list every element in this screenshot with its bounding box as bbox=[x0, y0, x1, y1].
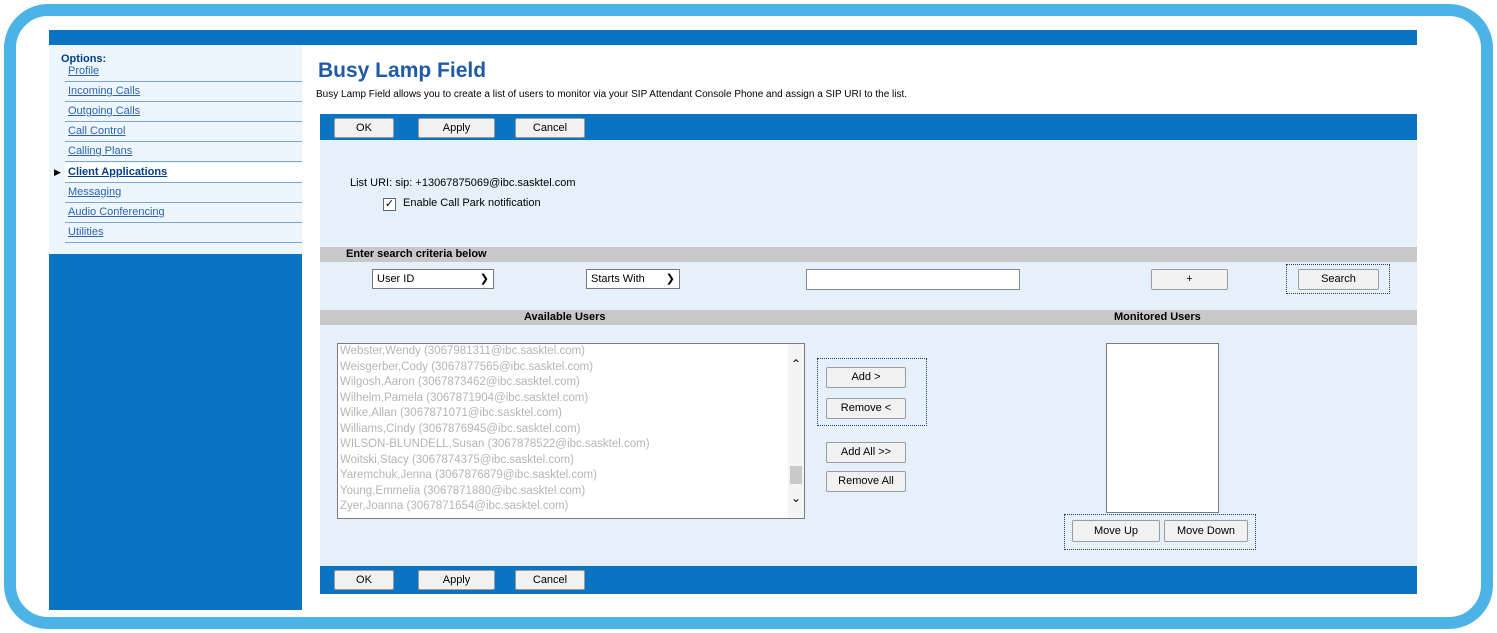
page-title: Busy Lamp Field bbox=[318, 59, 487, 82]
scroll-thumb[interactable] bbox=[790, 466, 802, 484]
list-item[interactable]: Wilke,Allan (3067871071@ibc.sasktel.com) bbox=[338, 406, 804, 422]
sidebar-item-call-control[interactable]: Call Control bbox=[65, 122, 302, 142]
search-field-value: User ID bbox=[377, 273, 415, 285]
search-criteria-header: Enter search criteria below bbox=[320, 247, 1417, 262]
sidebar-item-messaging[interactable]: Messaging bbox=[65, 183, 302, 203]
list-item[interactable]: Yaremchuk,Jenna (3067876879@ibc.sasktel.… bbox=[338, 468, 804, 484]
scroll-up-icon[interactable]: ⌃ bbox=[788, 356, 804, 372]
top-button-bar: OK Apply Cancel bbox=[320, 114, 1417, 142]
move-up-button[interactable]: Move Up bbox=[1072, 520, 1160, 542]
list-item[interactable]: Wilgosh,Aaron (3067873462@ibc.sasktel.co… bbox=[338, 375, 804, 391]
add-all-button[interactable]: Add All >> bbox=[826, 442, 906, 463]
user-lists-header: Available Users Monitored Users bbox=[320, 310, 1417, 325]
ok-button-top[interactable]: OK bbox=[334, 118, 394, 138]
sidebar-item-incoming-calls[interactable]: Incoming Calls bbox=[65, 82, 302, 102]
search-input[interactable] bbox=[806, 269, 1020, 290]
list-uri: List URI: sip: +13067875069@ibc.sasktel.… bbox=[350, 177, 576, 189]
ok-button-bottom[interactable]: OK bbox=[334, 570, 394, 590]
page-description: Busy Lamp Field allows you to create a l… bbox=[316, 89, 908, 100]
list-item[interactable]: Young,Emmelia (3067871880@ibc.sasktel.co… bbox=[338, 484, 804, 500]
available-users-header: Available Users bbox=[524, 311, 606, 323]
cancel-button-top[interactable]: Cancel bbox=[515, 118, 585, 138]
monitored-users-list[interactable] bbox=[1106, 343, 1219, 513]
move-down-button[interactable]: Move Down bbox=[1164, 520, 1248, 542]
chevron-down-icon: ❯ bbox=[665, 273, 675, 285]
scroll-down-icon[interactable]: ⌄ bbox=[788, 490, 804, 506]
sidebar-item-calling-plans[interactable]: Calling Plans bbox=[65, 142, 302, 162]
sidebar-item-client-applications[interactable]: Client Applications bbox=[65, 163, 302, 183]
add-button[interactable]: Add > bbox=[826, 367, 906, 388]
search-mode-select[interactable]: Starts With ❯ bbox=[586, 269, 680, 289]
search-button[interactable]: Search bbox=[1298, 269, 1379, 290]
bottom-button-bar: OK Apply Cancel bbox=[320, 566, 1417, 594]
list-item[interactable]: Webster,Wendy (3067981311@ibc.sasktel.co… bbox=[338, 344, 804, 360]
call-park-label: Enable Call Park notification bbox=[403, 197, 541, 209]
list-item[interactable]: Zyer,Joanna (3067871654@ibc.sasktel.com) bbox=[338, 499, 804, 515]
available-users-list[interactable]: Webster,Wendy (3067981311@ibc.sasktel.co… bbox=[337, 343, 805, 519]
settings-panel: List URI: sip: +13067875069@ibc.sasktel.… bbox=[320, 140, 1417, 566]
available-users-scrollbar[interactable]: ⌃ ⌄ bbox=[788, 344, 804, 518]
sidebar-item-outgoing-calls[interactable]: Outgoing Calls bbox=[65, 102, 302, 122]
apply-button-top[interactable]: Apply bbox=[418, 118, 495, 138]
cancel-button-bottom[interactable]: Cancel bbox=[515, 570, 585, 590]
main-content: Busy Lamp Field Busy Lamp Field allows y… bbox=[312, 45, 1417, 610]
sidebar-item-utilities[interactable]: Utilities bbox=[65, 223, 302, 243]
remove-all-button[interactable]: Remove All bbox=[826, 471, 906, 492]
options-menu: Options: Profile Incoming Calls Outgoing… bbox=[49, 45, 302, 254]
current-item-arrow-icon: ▶ bbox=[54, 167, 61, 177]
top-banner bbox=[49, 30, 1417, 45]
list-item[interactable]: WILSON-BLUNDELL,Susan (3067878522@ibc.sa… bbox=[338, 437, 804, 453]
sidebar-item-audio-conferencing[interactable]: Audio Conferencing bbox=[65, 203, 302, 223]
search-field-select[interactable]: User ID ❯ bbox=[372, 269, 494, 289]
call-park-checkbox[interactable]: ✓ bbox=[383, 198, 396, 211]
sidebar-item-profile[interactable]: Profile bbox=[65, 62, 302, 82]
monitored-users-header: Monitored Users bbox=[1114, 311, 1201, 323]
list-item[interactable]: Woitski,Stacy (3067874375@ibc.sasktel.co… bbox=[338, 453, 804, 469]
sidebar: Options: Profile Incoming Calls Outgoing… bbox=[49, 45, 302, 610]
list-item[interactable]: Wilhelm,Pamela (3067871904@ibc.sasktel.c… bbox=[338, 391, 804, 407]
list-item[interactable]: Weisgerber,Cody (3067877565@ibc.sasktel.… bbox=[338, 360, 804, 376]
available-users-items: Webster,Wendy (3067981311@ibc.sasktel.co… bbox=[338, 344, 804, 515]
add-criteria-button[interactable]: + bbox=[1151, 269, 1228, 290]
chevron-down-icon: ❯ bbox=[479, 273, 489, 285]
list-item[interactable]: Williams,Cindy (3067876945@ibc.sasktel.c… bbox=[338, 422, 804, 438]
apply-button-bottom[interactable]: Apply bbox=[418, 570, 495, 590]
search-mode-value: Starts With bbox=[591, 273, 645, 285]
remove-button[interactable]: Remove < bbox=[826, 398, 906, 419]
